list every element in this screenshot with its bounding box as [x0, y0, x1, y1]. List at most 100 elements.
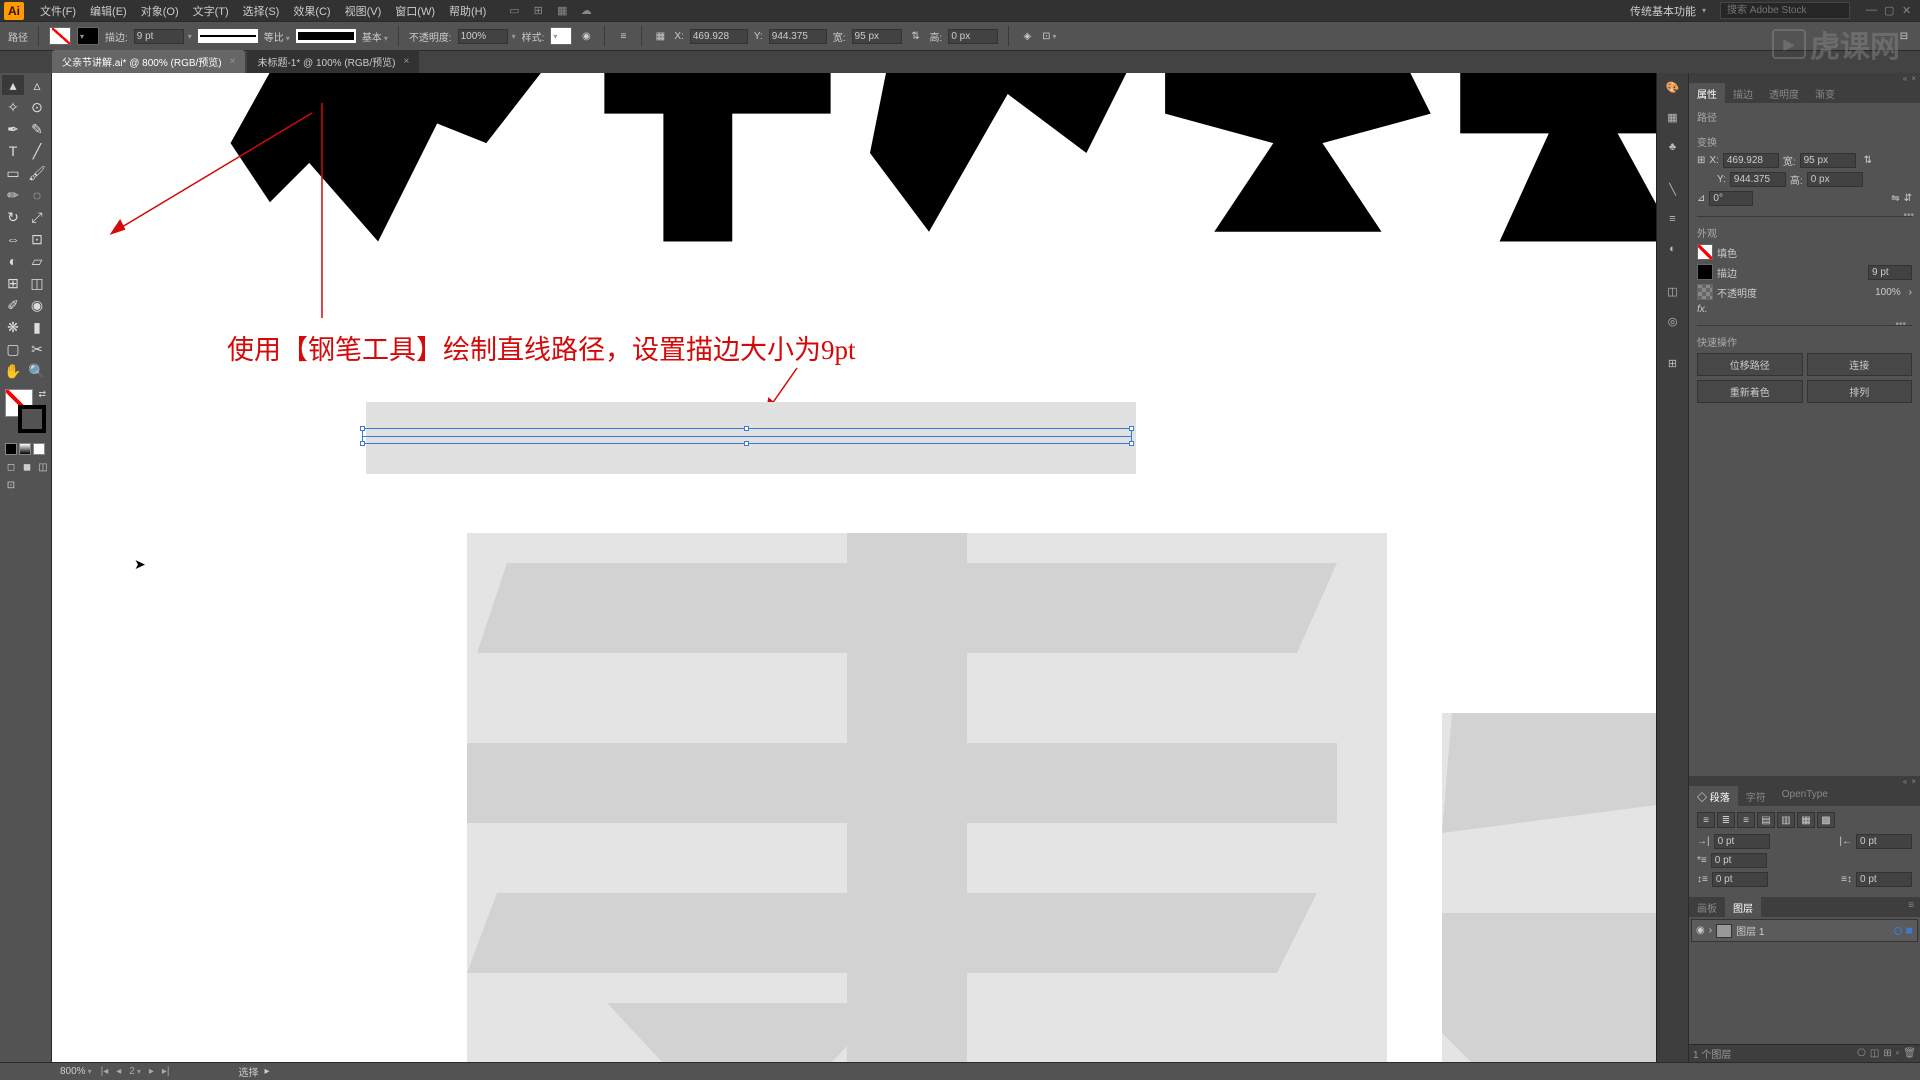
symbols-panel-icon[interactable]: ♣	[1663, 137, 1683, 157]
curvature-tool[interactable]: ✎	[26, 119, 48, 139]
draw-behind-icon[interactable]: ◼	[21, 461, 33, 473]
prop-stroke-swatch[interactable]	[1697, 264, 1713, 280]
appearance-more-icon[interactable]: •••	[1895, 319, 1906, 330]
make-clipping-icon[interactable]: ◫	[1870, 1048, 1879, 1059]
reference-point-icon[interactable]: ⊞	[1697, 155, 1705, 166]
tab-close-icon[interactable]: ×	[230, 56, 236, 67]
layer-row[interactable]: ◉ › 图层 1 ◼	[1691, 919, 1918, 942]
prop-fill-swatch[interactable]	[1697, 244, 1713, 260]
paintbrush-tool[interactable]: 🖌	[26, 163, 48, 183]
btn-offset-path[interactable]: 位移路径	[1697, 353, 1803, 376]
prop-angle-field[interactable]	[1709, 191, 1753, 206]
direct-selection-tool[interactable]: ▵	[26, 75, 48, 95]
style-swatch[interactable]	[550, 27, 572, 45]
transparency-panel-icon[interactable]: ◫	[1663, 281, 1683, 301]
visibility-icon[interactable]: ◉	[1696, 925, 1705, 936]
line-tool[interactable]: ╱	[26, 141, 48, 161]
menu-window[interactable]: 窗口(W)	[389, 1, 441, 21]
width-tool[interactable]: ⇔	[2, 229, 24, 249]
justify-all-icon[interactable]: ▩	[1817, 812, 1835, 828]
tab-transparency[interactable]: 透明度	[1761, 83, 1807, 103]
align-right-icon[interactable]: ≡	[1737, 812, 1755, 828]
align-left-icon[interactable]: ≡	[1697, 812, 1715, 828]
next-artboard-icon[interactable]: ▸	[146, 1066, 157, 1077]
new-layer-icon[interactable]: ▫	[1896, 1048, 1900, 1059]
stroke-weight-field[interactable]	[134, 29, 192, 44]
color-mode-normal[interactable]	[5, 443, 17, 455]
menu-view[interactable]: 视图(V)	[339, 1, 388, 21]
asset-panel-icon[interactable]: ⊞	[1663, 353, 1683, 373]
justify-center-icon[interactable]: ▥	[1777, 812, 1795, 828]
screen-mode-icon[interactable]: ⊡	[5, 479, 17, 491]
first-artboard-icon[interactable]: |◂	[98, 1066, 112, 1077]
workspace-selector[interactable]: 传统基本功能	[1624, 1, 1712, 21]
panel-close-icon[interactable]: ×	[1911, 777, 1916, 786]
color-mode-none[interactable]	[33, 443, 45, 455]
cloud-icon[interactable]: ☁	[578, 3, 594, 19]
lasso-tool[interactable]: ⊙	[26, 97, 48, 117]
canvas[interactable]: 使用【钢笔工具】绘制直线路径，设置描边大小为9pt	[52, 73, 1656, 1062]
flip-v-icon[interactable]: ⇵	[1904, 193, 1912, 204]
panel-close-icon[interactable]: ×	[1911, 74, 1916, 83]
last-artboard-icon[interactable]: ▸|	[159, 1066, 173, 1077]
tab-opentype[interactable]: OpenType	[1774, 786, 1836, 806]
type-tool[interactable]: T	[2, 141, 24, 161]
artboard-tool[interactable]: ▢	[2, 339, 24, 359]
window-minimize-icon[interactable]: —	[1866, 4, 1880, 18]
rotate-tool[interactable]: ↻	[2, 207, 24, 227]
x-field[interactable]	[690, 29, 748, 44]
rectangle-tool[interactable]: ▭	[2, 163, 24, 183]
new-sublayer-icon[interactable]: ⊞	[1883, 1048, 1891, 1059]
prop-h-field[interactable]	[1807, 172, 1863, 187]
menu-help[interactable]: 帮助(H)	[443, 1, 492, 21]
recolor-icon[interactable]: ◉	[578, 28, 594, 44]
prop-x-field[interactable]	[1723, 153, 1779, 168]
menu-effect[interactable]: 效果(C)	[287, 1, 336, 21]
layer-name[interactable]: 图层 1	[1736, 923, 1764, 938]
swatches-panel-icon[interactable]: ▦	[1663, 107, 1683, 127]
tab-character[interactable]: 字符	[1738, 786, 1774, 806]
mesh-tool[interactable]: ⊞	[2, 273, 24, 293]
column-graph-tool[interactable]: ▮	[26, 317, 48, 337]
prop-w-field[interactable]	[1800, 153, 1856, 168]
y-field[interactable]	[769, 29, 827, 44]
locate-object-icon[interactable]: ⎔	[1857, 1048, 1866, 1059]
delete-layer-icon[interactable]: 🗑	[1903, 1048, 1916, 1059]
stroke-style-preview[interactable]	[198, 29, 258, 43]
shaper-tool[interactable]: ✏	[2, 185, 24, 205]
stroke-color-swatch[interactable]	[18, 405, 46, 433]
prop-stroke-weight[interactable]	[1868, 265, 1912, 280]
first-line-indent-field[interactable]	[1711, 853, 1767, 868]
selection-tool[interactable]: ▴	[2, 75, 24, 95]
tab-paragraph[interactable]: ◇ 段落	[1689, 786, 1738, 806]
color-panel-icon[interactable]: 🎨	[1663, 77, 1683, 97]
tab-stroke[interactable]: 描边	[1725, 83, 1761, 103]
flip-h-icon[interactable]: ⇋	[1891, 193, 1899, 204]
prev-artboard-icon[interactable]: ◂	[113, 1066, 124, 1077]
pen-tool[interactable]: ✒	[2, 119, 24, 139]
slice-tool[interactable]: ✂	[26, 339, 48, 359]
profile-label[interactable]: 基本	[362, 29, 388, 44]
menu-select[interactable]: 选择(S)	[237, 1, 286, 21]
hand-tool[interactable]: ✋	[2, 361, 24, 381]
isolate-icon[interactable]: ◈	[1019, 28, 1035, 44]
align-center-icon[interactable]: ≣	[1717, 812, 1735, 828]
arrange-icon[interactable]: ⊞	[530, 3, 546, 19]
btn-arrange[interactable]: 排列	[1807, 380, 1913, 403]
stroke-swatch[interactable]	[77, 27, 99, 45]
align-icon[interactable]: ≡	[615, 28, 631, 44]
blend-tool[interactable]: ◉	[26, 295, 48, 315]
search-stock-input[interactable]	[1720, 2, 1850, 19]
symbol-sprayer-tool[interactable]: ❋	[2, 317, 24, 337]
zoom-level[interactable]: 800%	[60, 1066, 92, 1077]
zoom-tool[interactable]: 🔍	[26, 361, 48, 381]
space-after-field[interactable]	[1856, 872, 1912, 887]
perspective-tool[interactable]: ▱	[26, 251, 48, 271]
document-tab-2[interactable]: 未标题-1* @ 100% (RGB/预览) ×	[247, 50, 419, 73]
window-restore-icon[interactable]: ▢	[1884, 4, 1898, 18]
grid-icon[interactable]: ▦	[554, 3, 570, 19]
fill-swatch[interactable]	[49, 27, 71, 45]
menu-type[interactable]: 文字(T)	[187, 1, 235, 21]
tab-artboards[interactable]: 画板	[1689, 897, 1725, 917]
draw-inside-icon[interactable]: ◫	[37, 461, 49, 473]
